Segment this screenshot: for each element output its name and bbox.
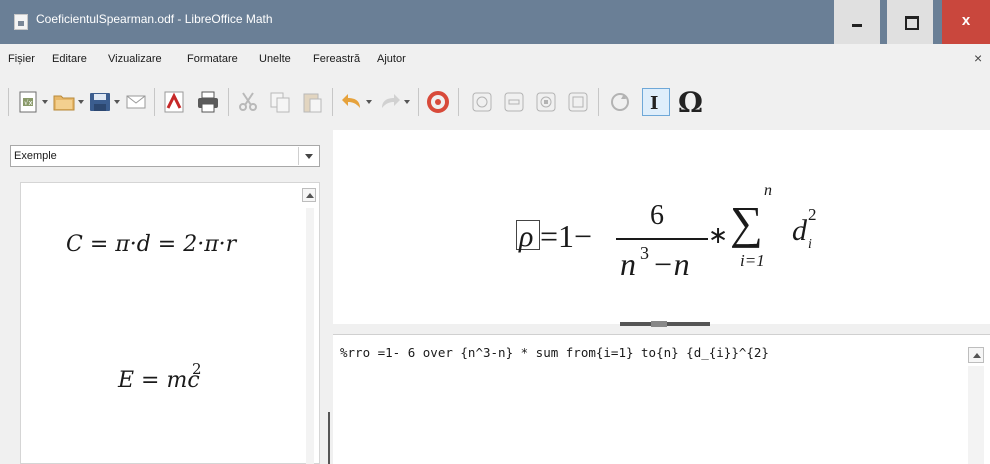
show-all-icon[interactable]	[534, 90, 558, 114]
open-folder-icon[interactable]	[52, 90, 76, 114]
print-icon[interactable]	[196, 90, 220, 114]
formula-equals-one-minus: =1−	[540, 218, 593, 254]
redo-icon[interactable]	[378, 90, 402, 114]
formula-rho: ρ	[519, 220, 534, 253]
copy-icon[interactable]	[268, 90, 292, 114]
close-icon: x	[961, 12, 971, 29]
elements-category-value: Exemple	[14, 150, 57, 162]
formula-cursor-icon[interactable]: I	[642, 88, 670, 116]
zoom-icon[interactable]	[426, 90, 450, 114]
example-energy-exponent: 2	[192, 360, 202, 378]
save-dropdown-arrow[interactable]	[114, 99, 120, 105]
toolbar-separator	[458, 88, 459, 116]
libreoffice-math-window: CoeficientulSpearman.odf - LibreOffice M…	[0, 0, 990, 464]
menu-formatare[interactable]: Formatare	[187, 53, 238, 65]
formula-icon[interactable]: √x	[16, 90, 40, 114]
close-document-icon[interactable]: ×	[974, 50, 982, 66]
paste-icon[interactable]	[300, 90, 324, 114]
maximize-button[interactable]	[887, 0, 933, 44]
command-text[interactable]: %rro =1- 6 over {n^3-n} * sum from{i=1} …	[340, 345, 769, 360]
scrollbar-track[interactable]	[306, 208, 314, 464]
svg-text:I: I	[650, 93, 658, 114]
example-energy-formula[interactable]: E = mc	[118, 368, 200, 393]
command-scrollbar-track[interactable]	[968, 366, 984, 464]
toolbar-separator	[418, 88, 419, 116]
omega-glyph: Ω	[678, 86, 703, 119]
cut-icon[interactable]	[236, 90, 260, 114]
panel-resize-handle[interactable]	[328, 412, 330, 464]
command-scroll-up-button[interactable]	[968, 347, 984, 363]
sum-symbol: ∑	[730, 197, 763, 248]
sum-lower-limit: i=1	[740, 251, 765, 270]
libreoffice-math-icon	[14, 14, 28, 30]
chevron-down-icon[interactable]	[298, 147, 318, 165]
minimize-button[interactable]	[834, 0, 880, 44]
zoom-in-icon[interactable]	[470, 90, 494, 114]
scroll-up-button[interactable]	[302, 188, 316, 202]
menu-unelte[interactable]: Unelte	[259, 53, 291, 65]
svg-text:√x: √x	[24, 99, 33, 107]
formula-times: ∗	[708, 223, 729, 249]
window-title: CoeficientulSpearman.odf - LibreOffice M…	[36, 12, 273, 26]
symbols-icon[interactable]: Ω	[676, 86, 708, 119]
example-circle-formula[interactable]: C = π·d = 2·π·r	[66, 232, 236, 257]
sum-upper-limit: n	[764, 182, 772, 199]
zoom-page-icon[interactable]	[566, 90, 590, 114]
open-dropdown-arrow[interactable]	[78, 99, 84, 105]
update-icon[interactable]	[608, 90, 632, 114]
formula-numerator: 6	[650, 200, 664, 231]
fraction-bar	[616, 238, 708, 240]
toolbar-separator	[598, 88, 599, 116]
menu-fisier[interactable]: Fișier	[8, 53, 35, 65]
close-window-button[interactable]: x	[942, 0, 990, 44]
toolbar-separator	[228, 88, 229, 116]
undo-dropdown-arrow[interactable]	[366, 99, 372, 105]
zoom-out-icon[interactable]	[502, 90, 526, 114]
toolbar-separator	[154, 88, 155, 116]
formula-d: d	[792, 214, 807, 247]
menu-fereastra[interactable]: Fereastră	[313, 53, 360, 65]
formula-denominator-n: n	[620, 246, 636, 282]
email-icon[interactable]	[124, 90, 148, 114]
toolbar-separator	[8, 88, 9, 116]
splitter-handle-center[interactable]	[651, 321, 667, 327]
menu-vizualizare[interactable]: Vizualizare	[108, 53, 162, 65]
export-pdf-icon[interactable]	[162, 90, 186, 114]
redo-dropdown-arrow[interactable]	[404, 99, 410, 105]
formula-d-superscript: 2	[808, 205, 817, 224]
toolbar-separator	[332, 88, 333, 116]
menu-ajutor[interactable]: Ajutor	[377, 53, 406, 65]
menu-editare[interactable]: Editare	[52, 53, 87, 65]
save-icon[interactable]	[88, 90, 112, 114]
formula-denominator-minus-n: −n	[652, 246, 690, 282]
standard-toolbar	[0, 74, 990, 130]
formula-denominator-exponent: 3	[640, 243, 649, 263]
undo-icon[interactable]	[340, 90, 364, 114]
new-dropdown-arrow[interactable]	[42, 99, 48, 105]
elements-list	[20, 182, 320, 464]
formula-d-subscript: i	[808, 237, 812, 252]
